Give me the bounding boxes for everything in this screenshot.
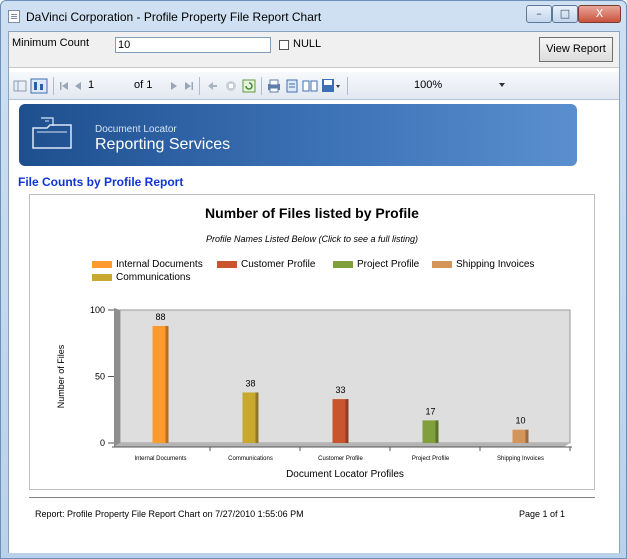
toolbar-separator [261,77,262,95]
report-banner: Document Locator Reporting Services [19,104,577,166]
print-icon[interactable] [266,78,282,94]
parameter-bar: Minimum Count 10 NULL View Report [9,32,619,68]
client-area: Minimum Count 10 NULL View Report 1 of 1 [8,31,620,553]
bar-shade [525,429,529,443]
y-tick-label: 0 [100,438,105,448]
x-tick-label: Project Profile [412,456,450,462]
bar-shade [165,325,169,443]
stop-icon[interactable] [224,78,238,94]
bar-shade [345,399,349,443]
bar-shade [255,392,259,443]
close-button[interactable]: X [578,5,621,23]
min-count-input[interactable]: 10 [115,37,271,53]
current-page-input[interactable]: 1 [88,79,94,91]
app-window: DaVinci Corporation - Profile Property F… [0,0,627,559]
view-report-button[interactable]: View Report [539,37,613,62]
report-title-link[interactable]: File Counts by Profile Report [18,175,183,189]
document-map-icon[interactable] [12,78,28,94]
y-tick-label: 100 [90,305,105,315]
previous-page-icon[interactable] [73,78,83,94]
bar-value-label: 33 [335,385,345,395]
banner-brand-big: Reporting Services [95,136,231,153]
report-footer-info: Report: Profile Property File Report Cha… [35,509,304,519]
next-page-icon[interactable] [169,78,179,94]
refresh-icon[interactable] [242,78,256,94]
chevron-down-icon[interactable] [499,83,505,87]
bar-shade [435,420,439,443]
print-layout-icon[interactable] [285,78,299,94]
first-page-icon[interactable] [58,78,70,94]
export-icon[interactable] [321,78,341,94]
toolbar-separator [347,77,348,95]
page-count-label: of 1 [134,79,153,91]
last-page-icon[interactable] [183,78,195,94]
bar-value-label: 17 [425,406,435,416]
y-axis-title: Number of Files [56,344,66,408]
footer-divider [29,497,595,498]
folder-logo-icon [32,117,72,149]
page-number: Page 1 of 1 [519,509,566,519]
zoom-value: 100% [414,79,443,91]
report-viewer: Document Locator Reporting Services File… [9,101,619,553]
parameters-icon[interactable] [30,78,48,94]
null-label: NULL [293,38,322,50]
toolbar-separator [199,77,200,95]
plot-side-wall [114,308,120,447]
title-bar[interactable]: DaVinci Corporation - Profile Property F… [1,1,626,31]
plot-floor [114,443,570,447]
window-title: DaVinci Corporation - Profile Property F… [26,10,322,24]
bar-value-label: 88 [155,312,165,322]
page-setup-icon[interactable] [302,78,318,94]
null-checkbox[interactable] [279,40,289,50]
x-tick-label: Communications [228,456,273,462]
chart-panel: Number of Files listed by Profile Profil… [29,194,595,490]
maximize-button[interactable]: □ [552,5,578,23]
toolbar-separator [53,77,54,95]
x-tick-label: Customer Profile [318,456,363,462]
x-tick-label: Internal Documents [134,456,186,462]
x-axis-title: Document Locator Profiles [286,469,404,480]
bar-value-label: 10 [515,416,525,426]
bar-chart: 0 50 100 Document Locator Profiles Number of… [56,305,572,480]
app-icon [8,10,20,23]
x-tick-label: Shipping Invoices [497,456,544,462]
report-toolbar: 1 of 1 100% [9,72,619,132]
back-icon[interactable] [205,78,219,94]
banner-brand-small: Document Locator [95,124,177,135]
minimize-button[interactable]: – [526,5,552,23]
bar-value-label: 38 [245,378,255,388]
y-tick-label: 50 [95,372,105,382]
min-count-label: Minimum Count [12,37,90,49]
